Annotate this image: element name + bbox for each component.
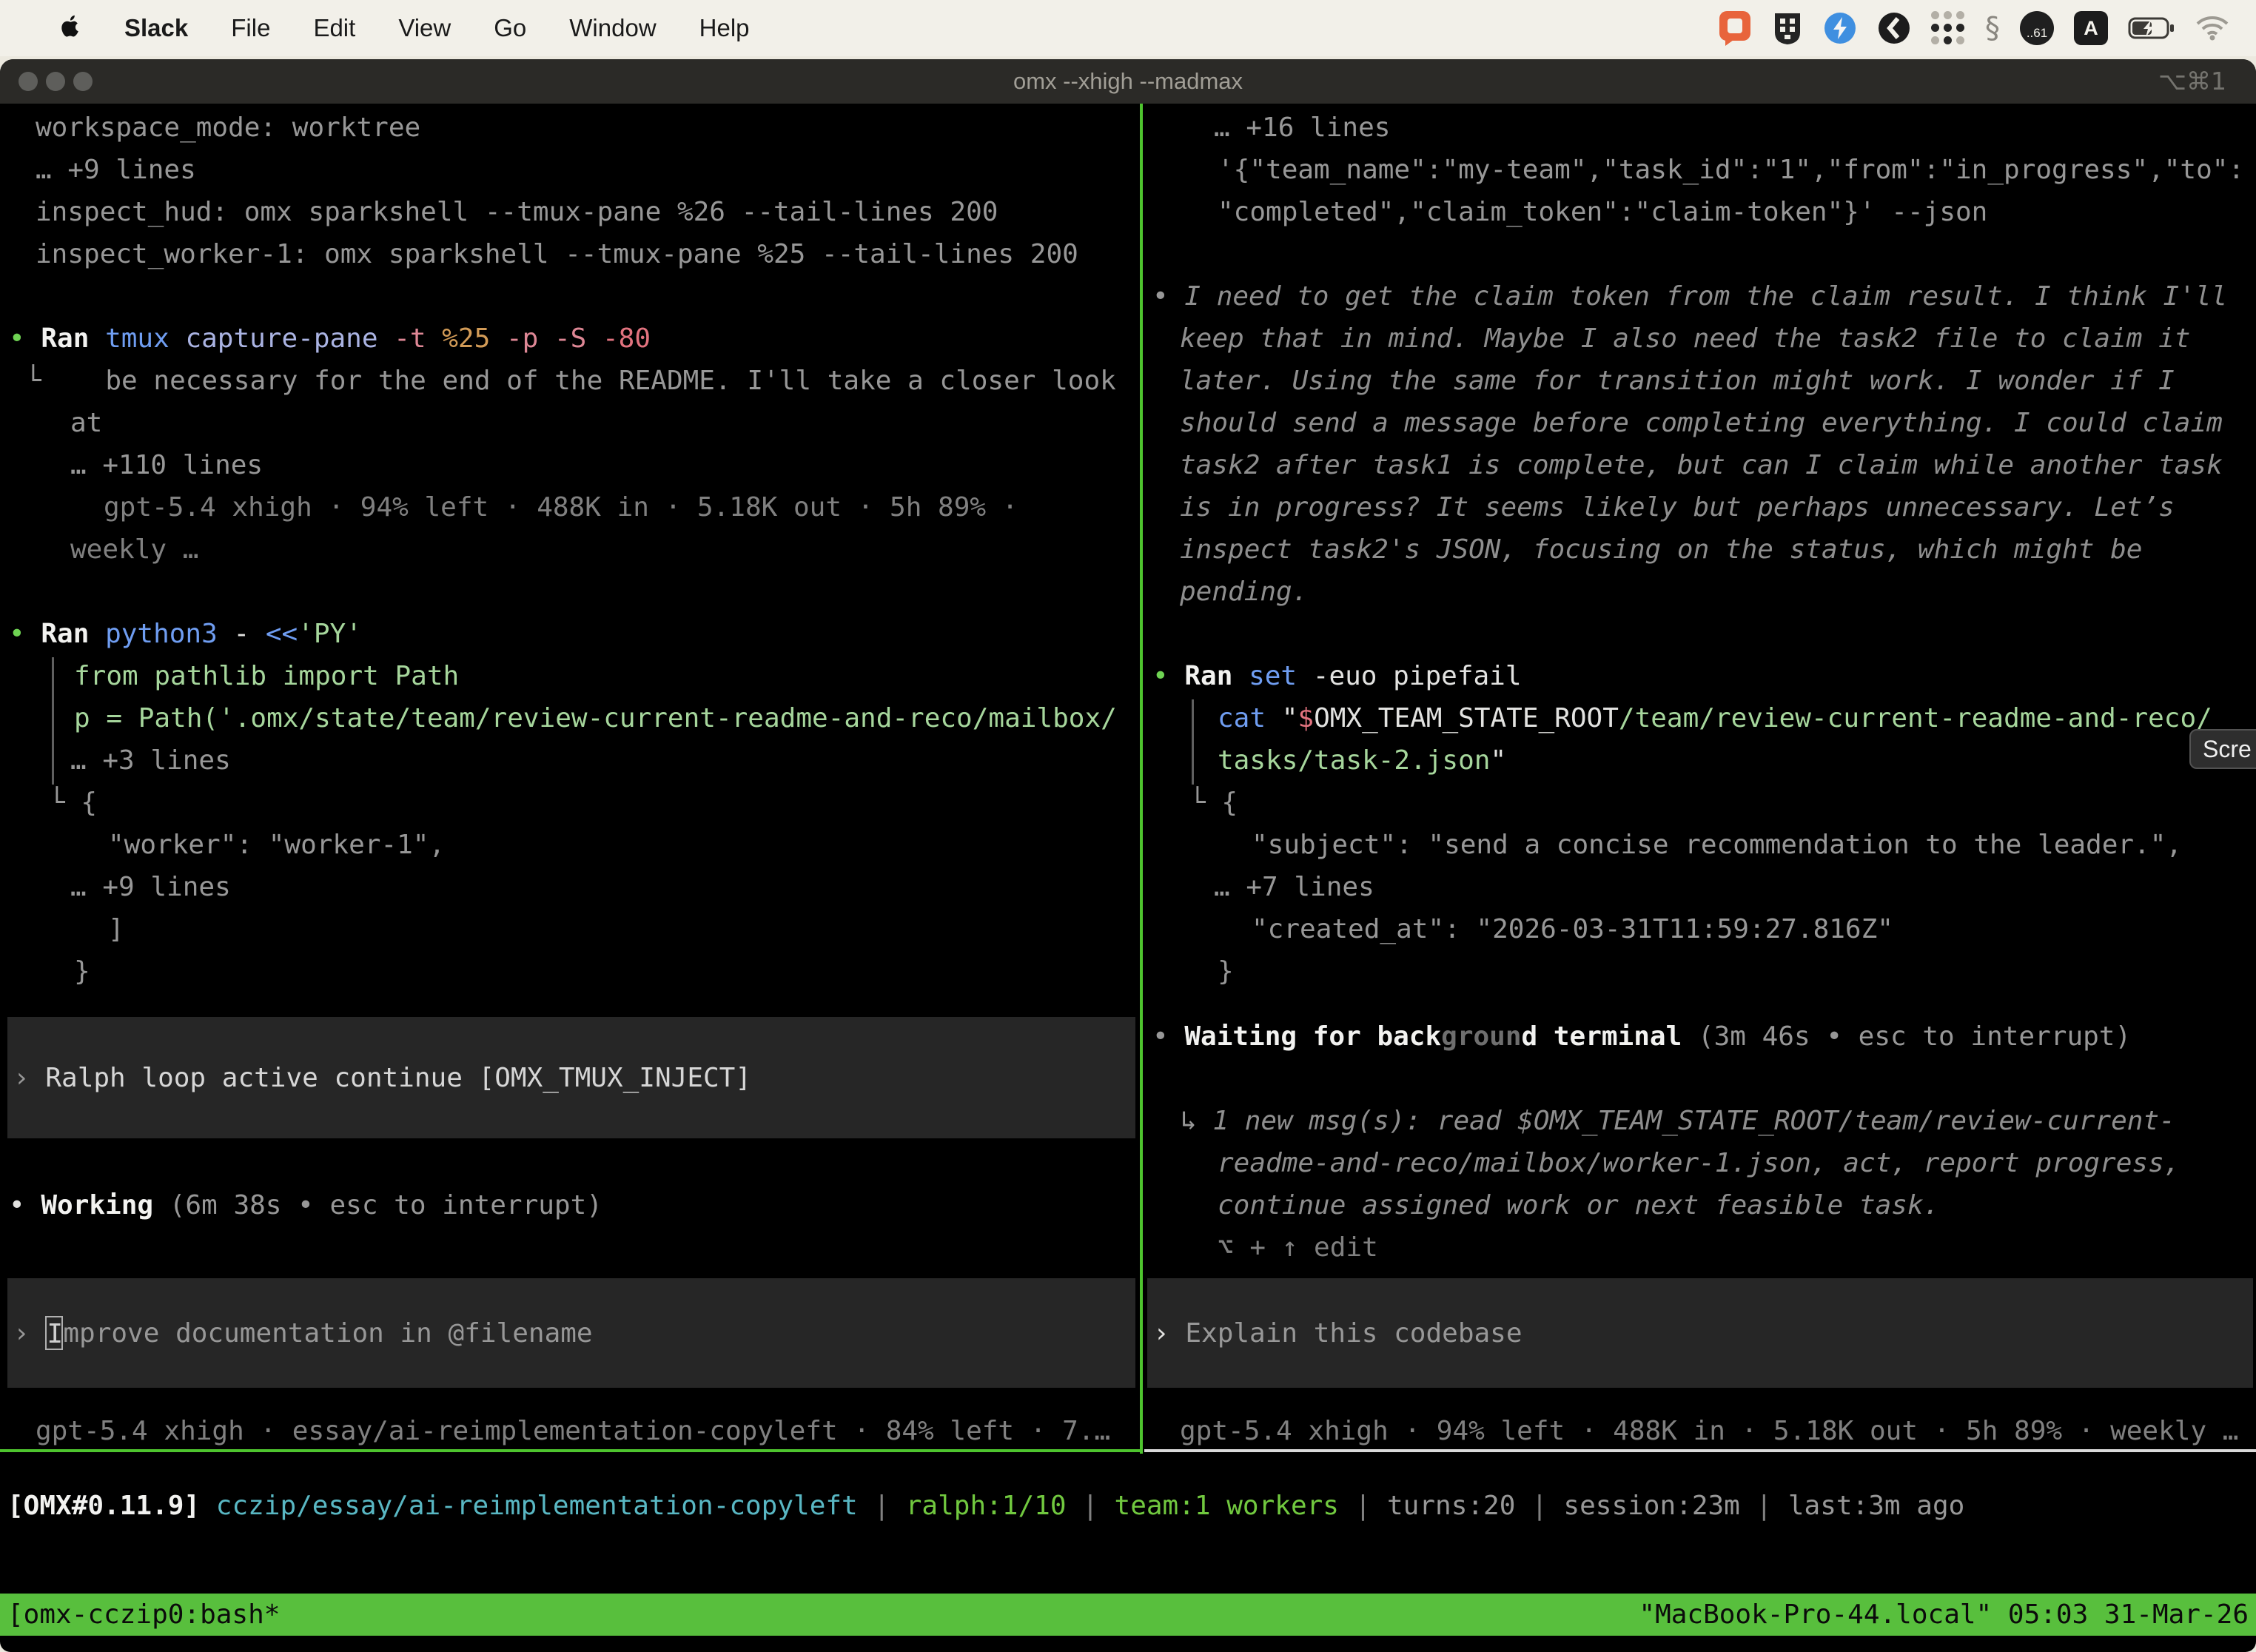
terminal-line: [OMX#0.11.9] cczip/essay/ai-reimplementa… xyxy=(7,1485,1964,1527)
apple-menu-icon[interactable] xyxy=(58,14,81,42)
tmux-pane-right[interactable]: › Explain this codebase gpt-5.4 xhigh · … xyxy=(1144,104,2256,1454)
pane-divider[interactable] xyxy=(1140,104,1143,1454)
terminal-line: pending. xyxy=(1180,571,1308,613)
omx-status-bar: [OMX#0.11.9] cczip/essay/ai-reimplementa… xyxy=(7,1485,2250,1527)
terminal-line: inspect_worker-1: omx sparkshell --tmux-… xyxy=(36,233,1078,275)
terminal-line: • Ran python3 - <<'PY' xyxy=(9,613,362,655)
inactive-pane-border xyxy=(1144,1449,2256,1452)
terminal-line: • Ran tmux capture-pane -t %25 -p -S -80 xyxy=(9,318,651,360)
terminal-line: should send a message before completing … xyxy=(1180,402,2223,444)
tmux-host-clock: "MacBook-Pro-44.local" 05:03 31-Mar-26 xyxy=(1639,1599,2249,1630)
terminal-line: from pathlib import Path xyxy=(74,655,459,697)
prompt-input-right[interactable]: › Explain this codebase xyxy=(1147,1278,2253,1388)
terminal-line: └ { xyxy=(49,782,97,824)
session-status-left: gpt-5.4 xhigh · essay/ai-reimplementatio… xyxy=(36,1410,1110,1452)
terminal-line: '{"team_name":"my-team","task_id":"1","f… xyxy=(1218,149,2244,191)
terminal-line: later. Using the same for transition mig… xyxy=(1180,360,2175,402)
tool-call-connector xyxy=(1192,699,1194,785)
terminal-line: workspace_mode: worktree xyxy=(36,107,420,149)
session-status-right: gpt-5.4 xhigh · 94% left · 488K in · 5.1… xyxy=(1180,1410,2238,1452)
terminal-line: p = Path('.omx/state/team/review-current… xyxy=(74,697,1117,739)
terminal-line: "completed","claim_token":"claim-token"}… xyxy=(1218,191,1987,233)
terminal-line: └ be necessary for the end of the README… xyxy=(25,360,1116,402)
ralph-inject-banner: › Ralph loop active continue [OMX_TMUX_I… xyxy=(7,1017,1135,1138)
window-title: omx --xhigh --madmax xyxy=(0,59,2256,104)
terminal-line: … +3 lines xyxy=(70,739,231,782)
terminal-line: "subject": "send a concise recommendatio… xyxy=(1252,824,2182,866)
text-cursor: I xyxy=(45,1316,63,1350)
terminal-line: └ { xyxy=(1189,782,1238,824)
prompt-chevron-icon: › xyxy=(13,1318,45,1349)
menu-item-file[interactable]: File xyxy=(231,14,270,42)
terminal-line: cat "$OMX_TEAM_STATE_ROOT/team/review-cu… xyxy=(1218,697,2212,739)
terminal-line: } xyxy=(1218,950,1234,993)
prompt-chevron-icon: › xyxy=(1153,1318,1185,1349)
battery-icon[interactable] xyxy=(2128,17,2175,39)
terminal-line: … +7 lines xyxy=(1214,866,1374,908)
tool-call-connector xyxy=(52,657,54,785)
menu-item-go[interactable]: Go xyxy=(494,14,526,42)
terminal-content: › Ralph loop active continue [OMX_TMUX_I… xyxy=(0,104,2256,1454)
window-titlebar[interactable]: omx --xhigh --madmax ⌥⌘1 xyxy=(0,59,2256,105)
blue-badge-icon[interactable] xyxy=(1823,11,1857,45)
input-placeholder: mprove documentation in @filename xyxy=(63,1318,592,1349)
terminal-line: "worker": "worker-1", xyxy=(108,824,445,866)
menu-item-help[interactable]: Help xyxy=(699,14,750,42)
terminal-line: continue assigned work or next feasible … xyxy=(1218,1184,1939,1226)
shield-grid-icon[interactable] xyxy=(1772,10,1803,46)
terminal-line: keep that in mind. Maybe I also need the… xyxy=(1180,318,2190,360)
tmux-status-bar: [omx-cczip0:bash* "MacBook-Pro-44.local"… xyxy=(0,1594,2256,1636)
terminal-line: inspect task2's JSON, focusing on the st… xyxy=(1180,528,2142,571)
terminal-line: • I need to get the claim token from the… xyxy=(1152,275,2227,318)
terminal-line: • Working (6m 38s • esc to interrupt) xyxy=(9,1184,602,1226)
terminal-line: … +110 lines xyxy=(70,444,263,486)
terminal-line: … +16 lines xyxy=(1214,107,1390,149)
terminal-line: tasks/task-2.json" xyxy=(1218,739,1506,782)
terminal-line: • Ran set -euo pipefail xyxy=(1152,655,1522,697)
terminal-line: } xyxy=(74,950,90,993)
menu-item-window[interactable]: Window xyxy=(569,14,656,42)
terminal-line: weekly … xyxy=(70,528,198,571)
wifi-icon[interactable] xyxy=(2195,16,2229,41)
terminal-line: gpt-5.4 xhigh · 94% left · 488K in · 5.1… xyxy=(104,486,1018,528)
tmux-session-name: [omx-cczip0:bash* xyxy=(7,1599,280,1630)
input-placeholder: Explain this codebase xyxy=(1185,1318,1522,1349)
terminal-line: is in progress? It seems likely but perh… xyxy=(1180,486,2175,528)
menu-item-view[interactable]: View xyxy=(398,14,451,42)
active-pane-border xyxy=(0,1449,1140,1452)
terminal-line: • Waiting for background terminal (3m 46… xyxy=(1152,1015,2131,1058)
macos-menu-bar: Slack File Edit View Go Window Help xyxy=(0,0,2256,56)
terminal-line: task2 after task1 is complete, but can I… xyxy=(1180,444,2223,486)
inject-text: Ralph loop active continue [OMX_TMUX_INJ… xyxy=(45,1063,751,1093)
terminal-line: ⌥ + ↑ edit xyxy=(1218,1226,1378,1269)
menu-item-edit[interactable]: Edit xyxy=(313,14,355,42)
terminal-line: at xyxy=(70,402,102,444)
chat-app-icon[interactable] xyxy=(1718,10,1752,47)
dots-grid-icon[interactable] xyxy=(1931,11,1965,45)
terminal-window: omx --xhigh --madmax ⌥⌘1 › Ralph loop ac… xyxy=(0,59,2256,1652)
terminal-line: "created_at": "2026-03-31T11:59:27.816Z" xyxy=(1252,908,1893,950)
terminal-line: ] xyxy=(108,908,124,950)
terminal-line: inspect_hud: omx sparkshell --tmux-pane … xyxy=(36,191,998,233)
prompt-input-left[interactable]: › Improve documentation in @filename xyxy=(7,1278,1135,1388)
terminal-line: readme-and-reco/mailbox/worker-1.json, a… xyxy=(1218,1142,2180,1184)
terminal-line: ↳ 1 new msg(s): read $OMX_TEAM_STATE_ROO… xyxy=(1181,1100,2175,1142)
terminal-line: … +9 lines xyxy=(36,149,196,191)
screen-tooltip: Scre xyxy=(2189,729,2256,769)
squiggle-icon[interactable]: § xyxy=(1985,11,2000,45)
terminal-line: … +9 lines xyxy=(70,866,231,908)
letter-a-key-icon[interactable]: A xyxy=(2074,11,2108,45)
tmux-pane-left[interactable]: › Ralph loop active continue [OMX_TMUX_I… xyxy=(0,104,1138,1454)
badge-61-icon[interactable]: ..61 xyxy=(2020,11,2054,45)
window-shortcut-hint: ⌥⌘1 xyxy=(2158,59,2226,104)
menu-app-name[interactable]: Slack xyxy=(124,14,188,42)
dark-disc-icon[interactable] xyxy=(1877,11,1911,45)
